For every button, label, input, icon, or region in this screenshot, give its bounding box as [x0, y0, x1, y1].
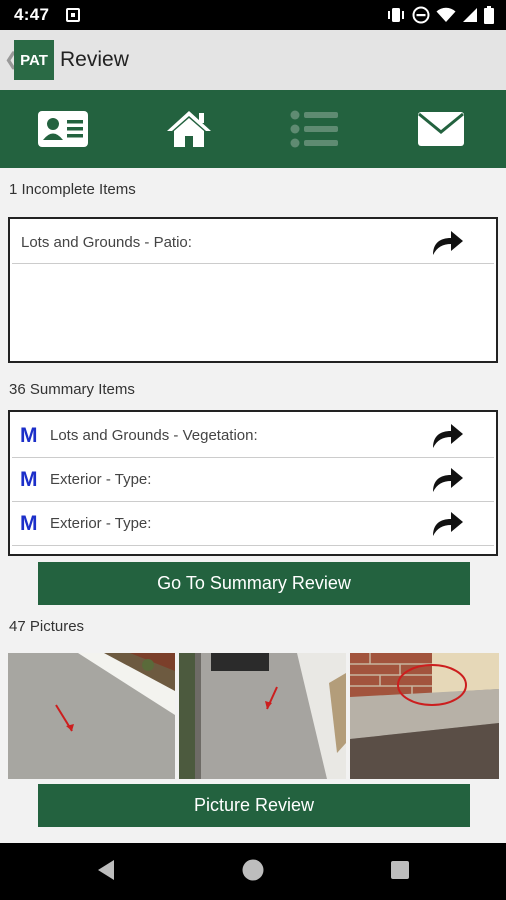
dnd-icon: [412, 6, 430, 24]
tab-profile[interactable]: [0, 90, 126, 168]
home-icon: [167, 111, 211, 147]
back-nav-icon[interactable]: [97, 859, 115, 881]
tab-message[interactable]: [378, 90, 504, 168]
recents-nav-icon[interactable]: [390, 860, 410, 880]
list-item-label: Lots and Grounds - Vegetation:: [50, 427, 258, 444]
home-nav-icon[interactable]: [241, 858, 265, 882]
forward-arrow-icon[interactable]: [430, 422, 464, 450]
page-title: Review: [60, 48, 129, 71]
list-item[interactable]: M Exterior - Type:: [12, 502, 494, 546]
wifi-icon: [436, 7, 456, 22]
forward-arrow-icon[interactable]: [430, 466, 464, 494]
forward-arrow-icon[interactable]: [430, 229, 464, 257]
system-nav-bar: [0, 843, 506, 900]
go-to-summary-review-button[interactable]: Go To Summary Review: [38, 562, 470, 605]
app-logo-text: PAT: [20, 51, 48, 69]
picture-walkway-drain: [179, 653, 346, 779]
pictures-label: 47 Pictures: [9, 618, 85, 635]
tab-bar: [0, 90, 506, 168]
tab-list[interactable]: [252, 90, 378, 168]
picture-brick-slab: [350, 653, 499, 779]
vibrate-icon: [388, 8, 404, 22]
tab-home[interactable]: [126, 90, 252, 168]
envelope-icon: [418, 112, 464, 146]
incomplete-items-list: Lots and Grounds - Patio:: [8, 217, 498, 363]
m-badge: M: [20, 424, 38, 447]
list-item[interactable]: Lots and Grounds - Patio:: [12, 221, 494, 264]
picture-review-button[interactable]: Picture Review: [38, 784, 470, 827]
app-logo[interactable]: PAT: [14, 40, 54, 80]
picture-thumbnail[interactable]: [179, 653, 346, 779]
m-badge: M: [20, 512, 38, 535]
summary-items-list: M Lots and Grounds - Vegetation: M Exter…: [8, 410, 498, 556]
m-badge: M: [20, 468, 38, 491]
notification-icon: [66, 8, 80, 22]
list-item-label: Lots and Grounds - Patio:: [21, 234, 192, 251]
incomplete-items-label: 1 Incomplete Items: [9, 181, 136, 198]
list-item[interactable]: M Exterior - Type:: [12, 458, 494, 502]
app-bar: ❮ PAT Review: [0, 30, 506, 90]
signal-icon: [463, 8, 477, 22]
battery-icon: [484, 6, 494, 24]
picture-strip: [8, 653, 499, 779]
list-item-label: Exterior - Type:: [50, 471, 152, 488]
list-item[interactable]: M Lots and Grounds - Vegetation:: [12, 414, 494, 458]
list-item-label: Exterior - Type:: [50, 515, 152, 532]
picture-concrete-corner: [8, 653, 175, 779]
picture-thumbnail[interactable]: [8, 653, 175, 779]
summary-items-label: 36 Summary Items: [9, 381, 135, 398]
id-card-icon: [38, 111, 88, 147]
forward-arrow-icon[interactable]: [430, 510, 464, 538]
picture-thumbnail[interactable]: [350, 653, 499, 779]
status-bar: 4:47: [0, 0, 506, 30]
status-icons: [386, 6, 494, 24]
list-icon: [290, 110, 338, 148]
status-time: 4:47: [14, 5, 50, 24]
